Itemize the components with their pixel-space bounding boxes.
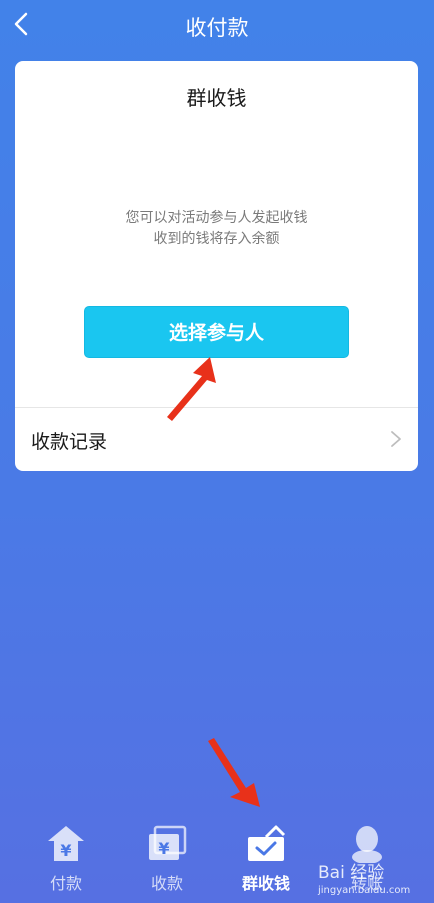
tab-group-collect[interactable]: 群收钱 <box>216 815 316 903</box>
description-line-1: 您可以对活动参与人发起收钱 <box>125 210 308 226</box>
annotation-arrow-icon <box>167 357 216 421</box>
page-title: 收付款 <box>185 16 249 40</box>
receive-icon: ¥ <box>149 825 187 860</box>
card-title: 群收钱 <box>186 86 247 110</box>
baidu-jingyan-watermark: Bai 经验 jingyan.baidu.com <box>318 858 410 896</box>
tab-payment-label: 付款 <box>49 874 82 893</box>
watermark-sub: jingyan.baidu.com <box>318 885 411 896</box>
chevron-right-icon <box>391 431 401 447</box>
svg-text:¥: ¥ <box>158 839 169 858</box>
select-participants-button[interactable]: 选择参与人 <box>84 306 349 358</box>
tab-receive-label: 收款 <box>150 874 183 893</box>
watermark-main: Bai 经验 <box>318 863 385 883</box>
payment-records-label: 收款记录 <box>31 431 108 453</box>
tab-payment[interactable]: ¥ 付款 <box>16 815 116 903</box>
transfer-icon <box>352 826 382 863</box>
tab-receive[interactable]: ¥ 收款 <box>117 815 217 903</box>
description-line-2: 收到的钱将存入余额 <box>153 231 280 247</box>
svg-text:¥: ¥ <box>60 841 71 860</box>
annotation-arrow-icon <box>208 738 260 807</box>
header-bar: 收付款 <box>0 0 434 52</box>
group-collect-icon <box>248 825 286 861</box>
tab-group-collect-label: 群收钱 <box>241 874 290 893</box>
payment-icon: ¥ <box>48 826 84 861</box>
